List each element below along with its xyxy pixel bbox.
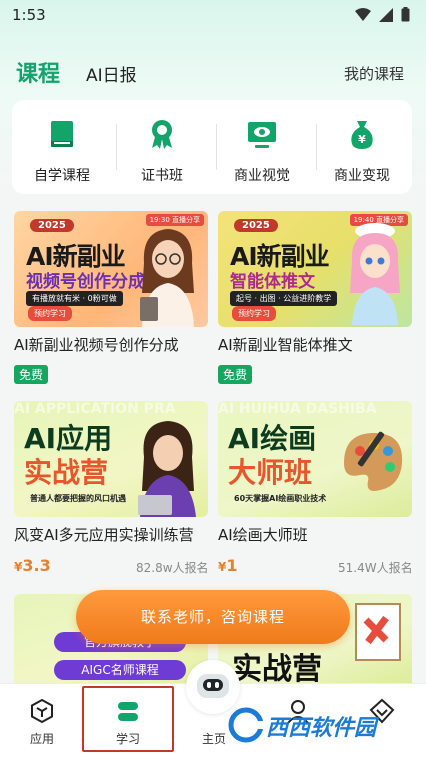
category-card: 自学课程 证书班 商业视觉 ¥ 商业变现	[12, 100, 412, 194]
category-business-visual[interactable]: 商业视觉	[212, 100, 312, 194]
free-badge: 免费	[218, 365, 253, 384]
signup-count: 51.4W人报名	[338, 561, 413, 575]
year-badge: 2025	[234, 219, 278, 232]
my-course-link[interactable]: 我的课程	[344, 63, 404, 84]
book-button: 预约学习	[28, 306, 72, 321]
signal-icon	[379, 7, 393, 22]
year-badge: 2025	[30, 219, 74, 232]
svg-text:¥: ¥	[358, 133, 366, 146]
price-value: 3.3	[22, 556, 51, 575]
thumbnail-tagline: 普通人都要把握的风口机遇	[30, 494, 126, 503]
status-time: 1:53	[12, 6, 46, 24]
tab-course[interactable]: 课程	[16, 56, 60, 88]
thumbnail-subtitle: 实战营	[24, 456, 109, 489]
category-label: 商业视觉	[234, 168, 290, 184]
course-title[interactable]: AI新副业智能体推文	[218, 334, 353, 355]
nav-item-apps[interactable]: 应用	[0, 684, 84, 757]
status-icons	[355, 7, 410, 22]
category-self-study[interactable]: 自学课程	[12, 100, 112, 194]
course-title[interactable]: AI绘画大师班	[218, 524, 308, 545]
watermark-logo-icon	[228, 707, 264, 743]
thumbnail-tagline: 起号 · 出图 · 公益进阶教学	[230, 291, 338, 306]
consult-teacher-button[interactable]: 联系老师，咨询课程	[76, 590, 350, 644]
price-value: 1	[226, 556, 238, 575]
nav-highlight	[82, 686, 174, 752]
course-thumbnail[interactable]: 2025 19:30 直播分享 AI新副业 视频号创作分成 有播放就有米 · 0…	[14, 211, 208, 327]
battery-icon	[401, 7, 410, 22]
course-title[interactable]: 风变AI多元应用实操训练营	[14, 524, 194, 545]
wifi-icon	[355, 7, 371, 21]
teacher-illustration	[140, 229, 194, 327]
thumbnail-subtitle: 大师班	[228, 456, 313, 489]
thumbnail-subtitle: 智能体推文	[230, 272, 315, 292]
signup-count: 82.8w人报名	[136, 561, 209, 575]
tab-ai-daily[interactable]: AI日报	[86, 61, 137, 86]
app-hexagon-icon	[31, 698, 53, 724]
category-label: 自学课程	[34, 168, 90, 184]
money-bag-icon: ¥	[351, 121, 373, 149]
award-icon	[152, 120, 172, 149]
status-bar: 1:53	[0, 0, 426, 34]
course-price: ¥1	[218, 556, 238, 575]
category-label: 商业变现	[334, 168, 390, 184]
course-thumbnail[interactable]: AI APPLICATION PRA AI应用 实战营 普通人都要把握的风口机遇	[14, 401, 208, 517]
course-thumbnail[interactable]: AI HUIHUA DASHIBA AI绘画 大师班 60天掌握AI绘画职业技术	[218, 401, 412, 517]
nav-label: 应用	[29, 732, 54, 746]
thumbnail-tagline: 有播放就有米 · 0粉可做	[26, 291, 123, 306]
category-certificate[interactable]: 证书班	[112, 100, 212, 194]
thumbnail-line: AIGC名师课程	[54, 660, 186, 680]
thumbnail-title: 实战营	[232, 652, 322, 684]
course-thumbnail[interactable]: 2025 19:40 直播分享 AI新副业 智能体推文 起号 · 出图 · 公益…	[218, 211, 412, 327]
course-title[interactable]: AI新副业视频号创作分成	[14, 334, 179, 355]
watermark-text: 西西软件园	[266, 716, 377, 741]
teacher-illustration	[138, 421, 196, 517]
thumbnail-subtitle: 视频号创作分成	[26, 272, 145, 292]
category-label: 证书班	[141, 168, 183, 184]
free-badge: 免费	[14, 365, 49, 384]
character-illustration	[350, 223, 400, 325]
book-button: 预约学习	[232, 306, 276, 321]
page-header: 课程 AI日报 我的课程	[0, 56, 426, 90]
monitor-eye-icon	[248, 122, 276, 148]
palette-illustration	[344, 431, 403, 491]
book-icon	[51, 121, 73, 147]
site-watermark: 西西软件园	[226, 705, 426, 745]
category-monetize[interactable]: ¥ 商业变现	[312, 100, 412, 194]
course-price: ¥3.3	[14, 556, 51, 575]
palette-illustration	[355, 603, 401, 661]
thumbnail-tagline: 60天掌握AI绘画职业技术	[234, 494, 327, 503]
thumbnail-bg-text: AI HUIHUA DASHIBA	[218, 401, 377, 417]
robot-icon	[197, 674, 229, 698]
